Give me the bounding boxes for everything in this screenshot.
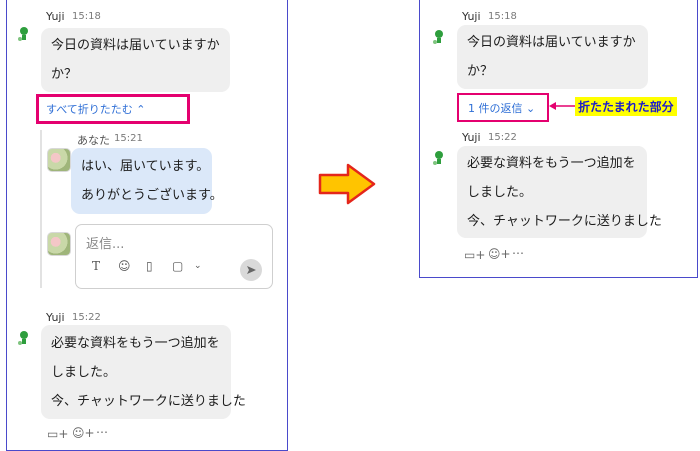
message-bubble: 今日の資料は届いていますか か？ (41, 28, 230, 92)
chevron-down-icon: ⌄ (526, 102, 536, 115)
message-text: 必要な資料をもう一つ追加を (51, 336, 220, 351)
reply-count-label: 1 件の返信 (468, 102, 523, 115)
collapse-all-link[interactable]: すべて折りたたむ ⌃ (46, 101, 146, 117)
thread-line (40, 130, 42, 288)
send-icon (247, 266, 256, 274)
reply-add-icon[interactable]: ▭+ (464, 248, 485, 262)
message-text: 今、チャットワークに送りました (51, 394, 246, 409)
send-button[interactable] (240, 259, 262, 281)
message-time: 15:22 (72, 312, 101, 323)
callout-label: 折たたまれた部分 (575, 97, 677, 116)
more-icon[interactable]: ⋯ (512, 246, 524, 260)
message-text: ありがとうございます。 (81, 188, 223, 203)
right-arrow-icon (318, 163, 376, 205)
message-text: しました。 (51, 365, 117, 380)
message-text: 今日の資料は届いていますか (467, 35, 636, 50)
message-text: 必要な資料をもう一つ追加を (467, 156, 636, 171)
message-text: しました。 (467, 185, 533, 200)
bot-avatar (433, 30, 443, 44)
message-bubble: 必要な資料をもう一つ追加を しました。 今、チャットワークに送りました (457, 146, 662, 238)
message-bubble: 必要な資料をもう一つ追加を しました。 今、チャットワークに送りました (41, 325, 246, 419)
bot-avatar (18, 27, 28, 41)
my-avatar (47, 232, 71, 256)
emoji-icon[interactable]: ☺ (118, 259, 131, 273)
reply-input[interactable]: 返信... (86, 233, 124, 252)
my-avatar (47, 148, 71, 172)
reply-add-icon[interactable]: ▭+ (47, 427, 68, 441)
sender-name: Yuji (462, 131, 481, 144)
reply-count-link[interactable]: 1 件の返信 ⌄ (468, 100, 535, 116)
file-icon[interactable]: ▯ (146, 259, 153, 273)
message-bubble: 今日の資料は届いていますか か？ (457, 25, 648, 89)
screenshot-icon[interactable]: ▢ (172, 259, 183, 273)
message-time: 15:21 (114, 133, 143, 144)
bot-avatar (433, 151, 443, 165)
reply-input-box[interactable]: 返信... T ☺ ▯ ▢ ⌄ (75, 224, 273, 289)
message-time: 15:22 (488, 132, 517, 143)
sender-name: Yuji (462, 10, 481, 23)
sender-name: Yuji (46, 311, 65, 324)
message-text: 今日の資料は届いていますか (51, 38, 220, 53)
message-text: はい、届いています。 (81, 159, 210, 174)
collapsed-thread-panel: Yuji 15:18 今日の資料は届いていますか か？ 1 件の返信 ⌄ Yuj… (419, 0, 698, 278)
more-icon[interactable]: ⋯ (96, 425, 108, 439)
message-time: 15:18 (72, 11, 101, 22)
sender-name: あなた (77, 134, 110, 147)
message-text: 今、チャットワークに送りました (467, 214, 662, 229)
my-message-bubble: はい、届いています。 ありがとうございます。 (71, 148, 223, 214)
reaction-icon[interactable]: ☺+ (488, 247, 511, 261)
chevron-down-icon[interactable]: ⌄ (194, 261, 202, 271)
sender-name: Yuji (46, 10, 65, 23)
reaction-icon[interactable]: ☺+ (72, 426, 95, 440)
message-text: か？ (467, 64, 494, 79)
bot-avatar (18, 331, 28, 345)
chevron-up-icon: ⌃ (136, 103, 146, 116)
callout-arrow-icon (549, 102, 575, 110)
message-time: 15:18 (488, 11, 517, 22)
message-text: か？ (51, 67, 78, 82)
text-format-icon[interactable]: T (92, 259, 100, 273)
expanded-thread-panel: Yuji 15:18 今日の資料は届いていますか か？ すべて折りたたむ ⌃ あ… (6, 0, 288, 451)
collapse-all-label: すべて折りたたむ (46, 103, 133, 116)
